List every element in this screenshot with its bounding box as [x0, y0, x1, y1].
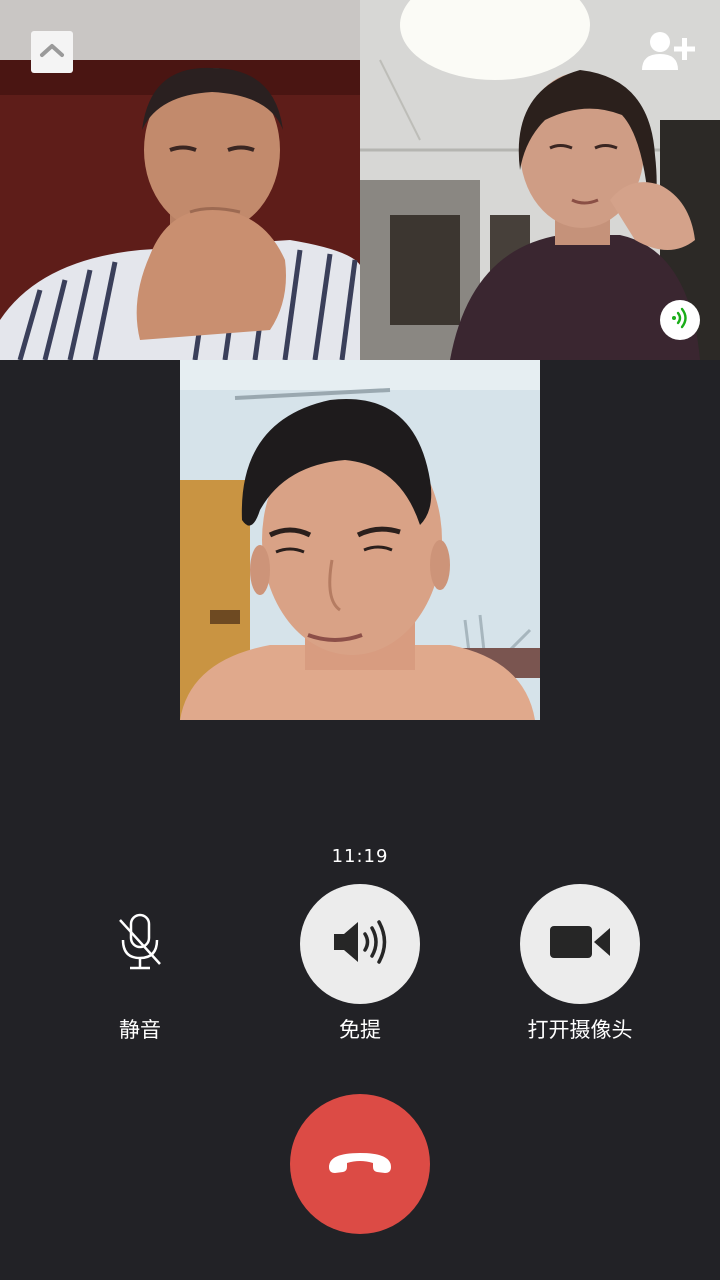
camera-label: 打开摄像头: [527, 1018, 633, 1042]
call-duration: 11:19: [331, 846, 389, 867]
mute-button[interactable]: [80, 884, 200, 1004]
voice-wave-icon: [668, 306, 692, 334]
phone-hangup-icon: [325, 1147, 395, 1181]
add-member-button[interactable]: [640, 30, 698, 74]
mic-off-icon: [115, 912, 165, 976]
video-feed-self: [180, 360, 540, 720]
speaking-indicator: [660, 300, 700, 340]
speaker-button[interactable]: [300, 884, 420, 1004]
speaker-label: 免提: [339, 1018, 381, 1042]
hangup-button[interactable]: [290, 1094, 430, 1234]
chevron-up-icon: [39, 41, 65, 63]
mute-label: 静音: [119, 1018, 161, 1042]
speaker-control[interactable]: 免提: [300, 884, 420, 1044]
camera-button[interactable]: [520, 884, 640, 1004]
speaker-icon: [330, 918, 390, 970]
minimize-button[interactable]: [31, 31, 73, 73]
video-tile-self[interactable]: [180, 360, 540, 720]
mute-control[interactable]: 静音: [80, 884, 200, 1044]
add-person-icon: [640, 32, 698, 78]
video-camera-icon: [548, 922, 612, 966]
camera-control[interactable]: 打开摄像头: [520, 884, 640, 1044]
